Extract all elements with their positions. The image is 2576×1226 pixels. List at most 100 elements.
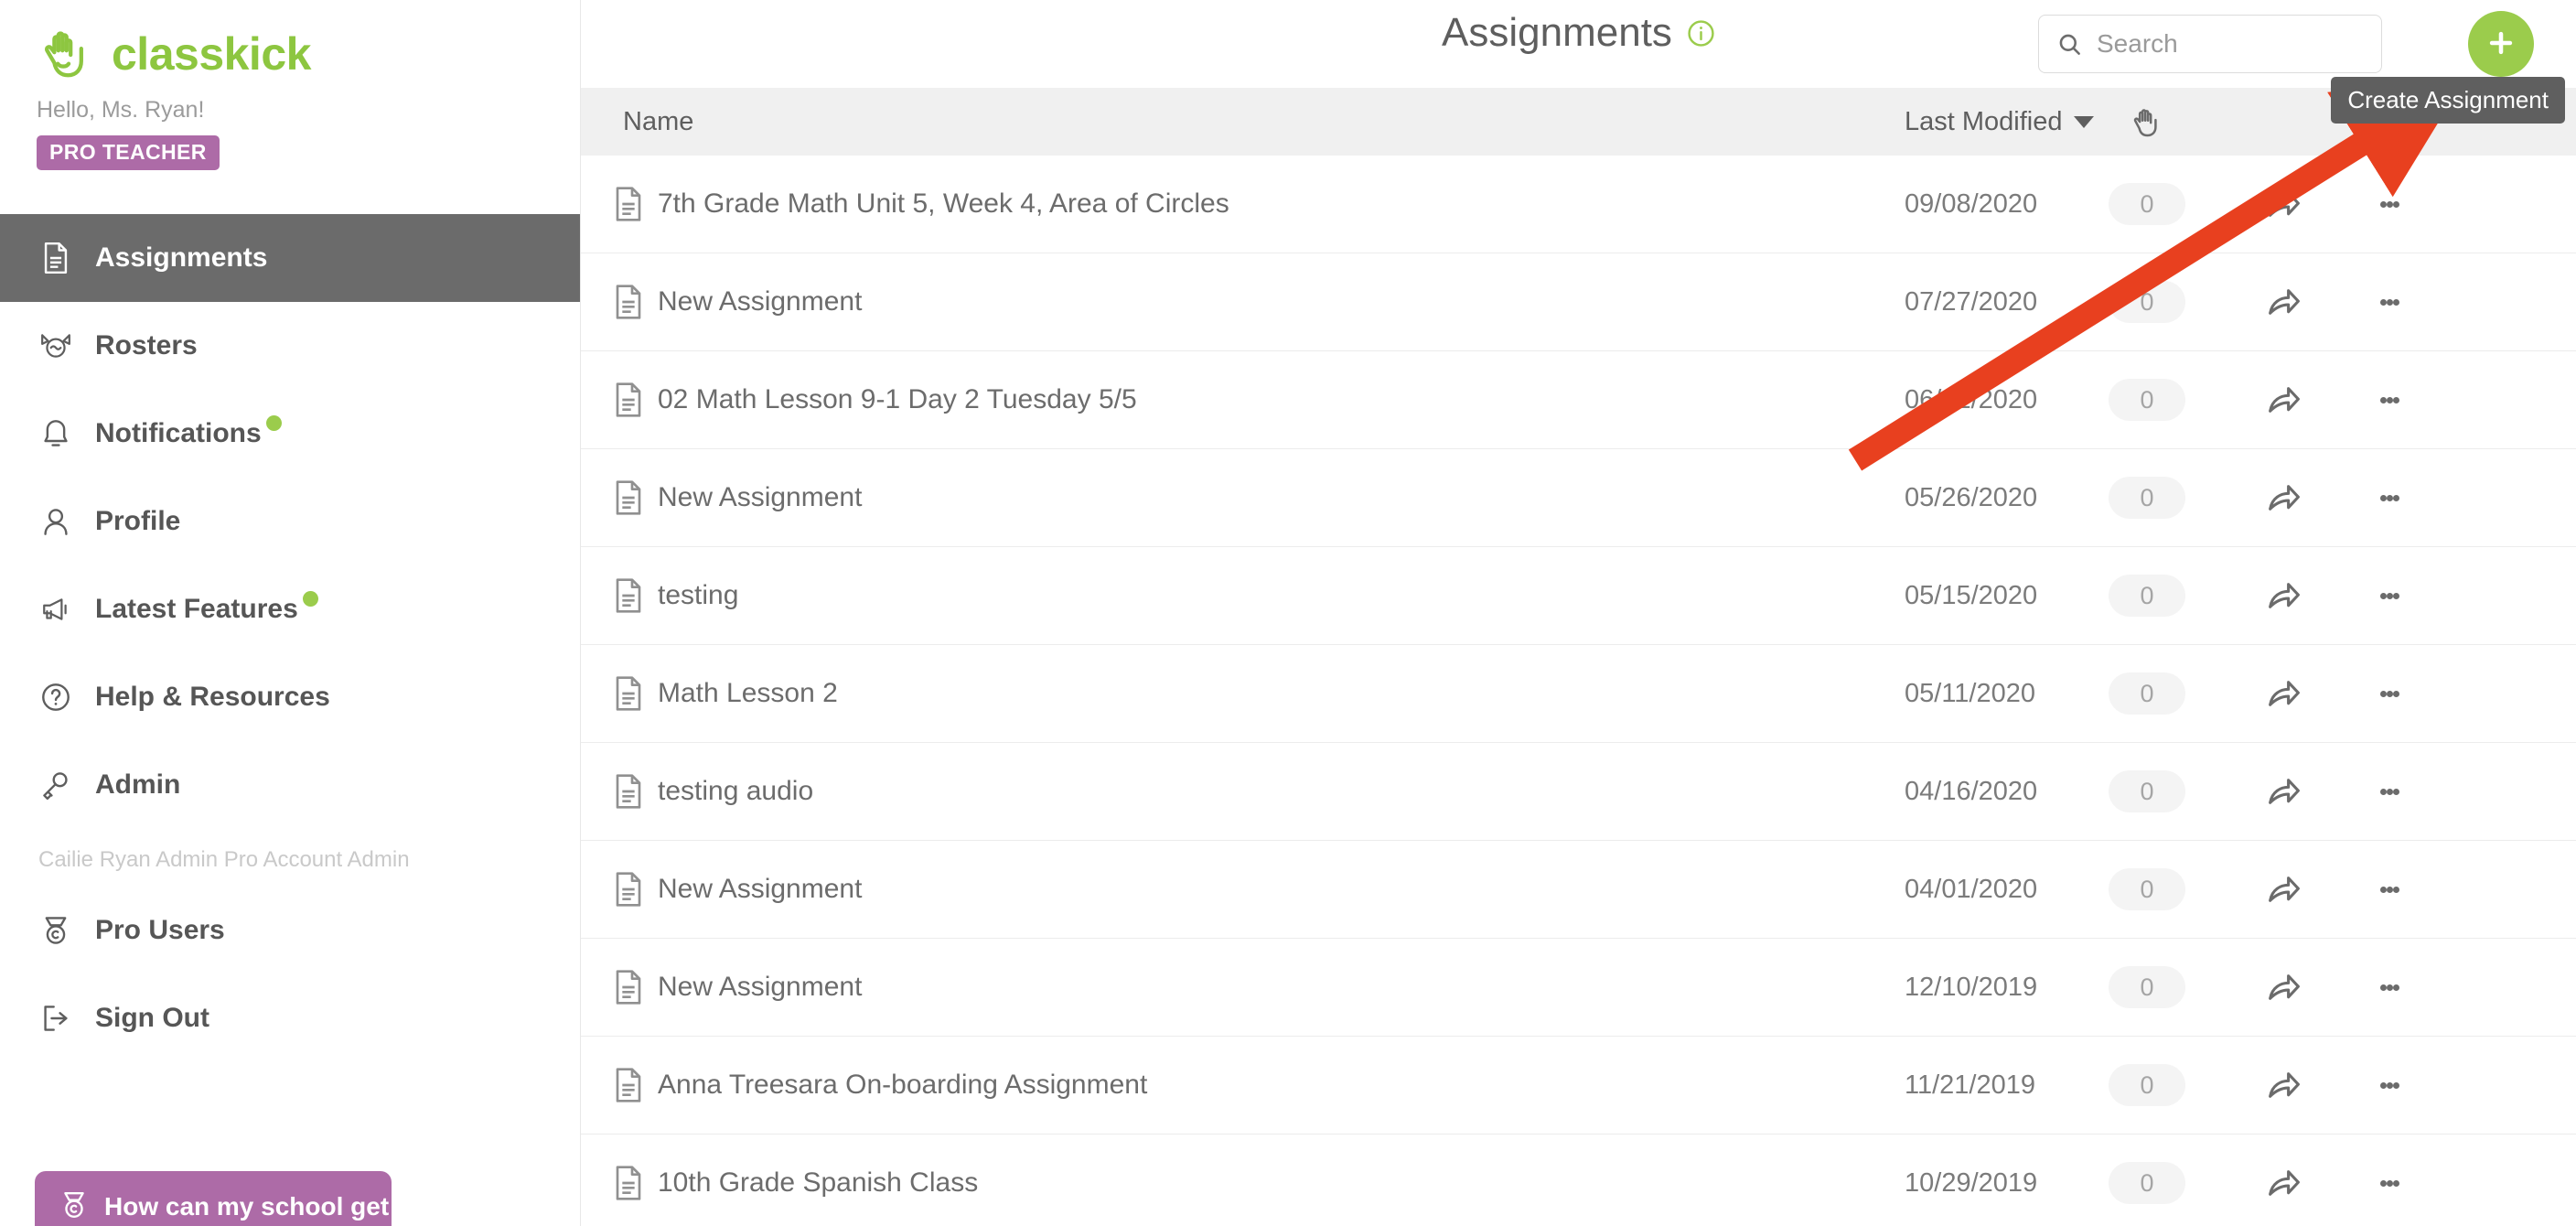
search-box[interactable] <box>2038 15 2382 73</box>
table-row[interactable]: New Assignment 04/01/2020 0 <box>581 841 2576 939</box>
get-pro-cta-button[interactable]: How can my school get Pro? <box>35 1171 455 1226</box>
share-arrow-icon[interactable] <box>2264 1163 2304 1203</box>
more-vertical-icon[interactable] <box>2369 967 2410 1007</box>
assignment-name: 7th Grade Math Unit 5, Week 4, Area of C… <box>658 188 1229 219</box>
more-vertical-icon[interactable] <box>2369 1065 2410 1105</box>
create-assignment-tooltip: Create Assignment <box>2331 77 2565 124</box>
latest-features-dot <box>302 590 318 607</box>
share-arrow-icon[interactable] <box>2264 1065 2304 1105</box>
share-arrow-icon[interactable] <box>2264 673 2304 714</box>
sidebar-item-rosters[interactable]: Rosters <box>0 302 580 390</box>
document-icon <box>614 872 643 907</box>
assignment-date: 05/26/2020 <box>1905 482 2038 512</box>
assignment-help-count: 0 <box>2109 1162 2185 1204</box>
sidebar-item-profile[interactable]: Profile <box>0 478 580 565</box>
assignment-help-count: 0 <box>2109 379 2185 421</box>
roster-face-icon <box>38 328 73 363</box>
sidebar-item-label: Pro Users <box>95 914 225 945</box>
assignments-table-body: 7th Grade Math Unit 5, Week 4, Area of C… <box>581 156 2576 1226</box>
sidebar-item-notifications[interactable]: Notifications <box>0 390 580 478</box>
more-vertical-icon[interactable] <box>2369 282 2410 322</box>
more-vertical-icon[interactable] <box>2369 184 2410 224</box>
table-row[interactable]: New Assignment 05/26/2020 0 <box>581 449 2576 547</box>
sidebar: classkick Hello, Ms. Ryan! PRO TEACHER A… <box>0 0 580 1226</box>
share-arrow-icon[interactable] <box>2264 869 2304 909</box>
share-arrow-icon[interactable] <box>2264 282 2304 322</box>
assignment-name: testing audio <box>658 776 814 806</box>
share-arrow-icon[interactable] <box>2264 771 2304 812</box>
more-vertical-icon[interactable] <box>2369 1163 2410 1203</box>
sidebar-item-pro-users[interactable]: Pro Users <box>0 887 580 974</box>
raised-hand-logo-icon <box>37 26 93 82</box>
create-assignment-button[interactable] <box>2468 11 2534 77</box>
raised-hand-icon <box>2131 106 2163 137</box>
more-vertical-icon[interactable] <box>2369 575 2410 616</box>
sidebar-item-latest-features[interactable]: Latest Features <box>0 565 580 653</box>
table-row[interactable]: 10th Grade Spanish Class 10/29/2019 0 <box>581 1135 2576 1226</box>
get-pro-cta-label: How can my school get Pro? <box>104 1192 455 1221</box>
brand-logo-area[interactable]: classkick <box>0 0 580 88</box>
info-circle-icon[interactable] <box>1687 19 1715 48</box>
search-input[interactable] <box>2097 29 2363 59</box>
key-icon <box>38 768 73 802</box>
medal-icon <box>60 1190 88 1224</box>
sidebar-item-help-resources[interactable]: Help & Resources <box>0 653 580 741</box>
medal-icon <box>38 913 73 948</box>
share-arrow-icon[interactable] <box>2264 380 2304 420</box>
assignment-date: 06/01/2020 <box>1905 384 2038 414</box>
assignment-date: 10/29/2019 <box>1905 1167 2038 1198</box>
more-vertical-icon[interactable] <box>2369 380 2410 420</box>
assignment-date: 05/11/2020 <box>1905 678 2035 708</box>
assignment-name: Math Lesson 2 <box>658 678 838 708</box>
sidebar-item-sign-out[interactable]: Sign Out <box>0 974 580 1062</box>
assignment-help-count: 0 <box>2109 966 2185 1008</box>
more-vertical-icon[interactable] <box>2369 673 2410 714</box>
assignment-help-count: 0 <box>2109 183 2185 225</box>
assignment-name: New Assignment <box>658 972 863 1002</box>
sidebar-item-label: Rosters <box>95 329 198 360</box>
assignment-date: 04/01/2020 <box>1905 874 2038 904</box>
assignment-name: 02 Math Lesson 9-1 Day 2 Tuesday 5/5 <box>658 384 1137 414</box>
column-header-name: Name <box>623 106 694 136</box>
assignment-date: 07/27/2020 <box>1905 286 2038 317</box>
more-vertical-icon[interactable] <box>2369 869 2410 909</box>
document-icon <box>614 187 643 221</box>
sidebar-item-label: Latest Features <box>95 590 318 623</box>
assignment-date: 04/16/2020 <box>1905 776 2038 806</box>
assignment-name: Anna Treesara On-boarding Assignment <box>658 1070 1148 1100</box>
brand-name: classkick <box>112 28 311 80</box>
table-row[interactable]: New Assignment 07/27/2020 0 <box>581 253 2576 351</box>
column-header-last-modified[interactable]: Last Modified <box>1905 108 2094 135</box>
assignment-name: New Assignment <box>658 286 863 317</box>
table-row[interactable]: testing audio 04/16/2020 0 <box>581 743 2576 841</box>
table-row[interactable]: testing 05/15/2020 0 <box>581 547 2576 645</box>
assignment-name: New Assignment <box>658 482 863 512</box>
share-arrow-icon[interactable] <box>2264 967 2304 1007</box>
share-arrow-icon[interactable] <box>2264 478 2304 518</box>
sidebar-item-assignments[interactable]: Assignments <box>0 213 580 302</box>
document-icon <box>614 285 643 319</box>
table-row[interactable]: Anna Treesara On-boarding Assignment 11/… <box>581 1037 2576 1135</box>
sidebar-item-label: Admin <box>95 769 181 800</box>
table-row[interactable]: 02 Math Lesson 9-1 Day 2 Tuesday 5/5 06/… <box>581 351 2576 449</box>
share-arrow-icon[interactable] <box>2264 575 2304 616</box>
share-arrow-icon[interactable] <box>2264 184 2304 224</box>
table-row[interactable]: 7th Grade Math Unit 5, Week 4, Area of C… <box>581 156 2576 253</box>
table-row[interactable]: New Assignment 12/10/2019 0 <box>581 939 2576 1037</box>
assignment-date: 09/08/2020 <box>1905 188 2038 219</box>
assignment-help-count: 0 <box>2109 281 2185 323</box>
assignment-help-count: 0 <box>2109 868 2185 910</box>
chevron-down-icon <box>2073 115 2094 128</box>
document-icon <box>614 382 643 417</box>
notification-dot <box>265 414 282 431</box>
table-row[interactable]: Math Lesson 2 05/11/2020 0 <box>581 645 2576 743</box>
more-vertical-icon[interactable] <box>2369 478 2410 518</box>
assignment-name: testing <box>658 580 739 610</box>
more-vertical-icon[interactable] <box>2369 771 2410 812</box>
assignment-help-count: 0 <box>2109 575 2185 617</box>
assignment-date: 12/10/2019 <box>1905 972 2038 1002</box>
top-bar: Assignments Create Assignment <box>581 0 2576 124</box>
assignment-help-count: 0 <box>2109 477 2185 519</box>
sidebar-item-label: Notifications <box>95 414 282 447</box>
sidebar-item-admin[interactable]: Admin <box>0 741 580 829</box>
